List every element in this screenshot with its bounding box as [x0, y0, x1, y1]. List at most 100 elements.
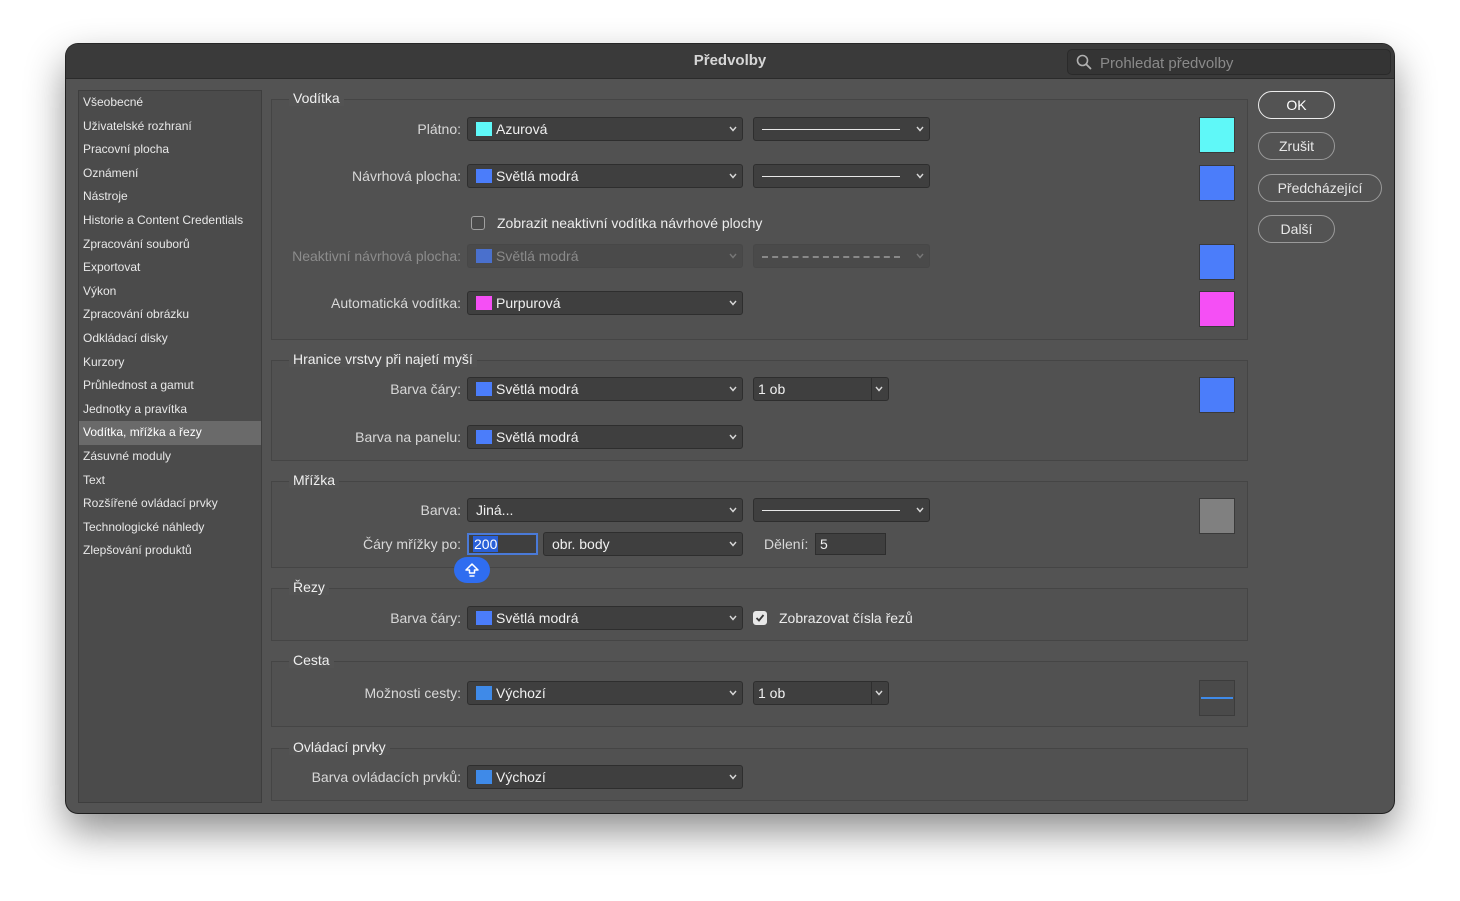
path-width-value: 1 ob — [758, 685, 786, 701]
inactive-line-style-select — [753, 244, 930, 268]
grid-unit-select[interactable]: obr. body — [543, 532, 743, 556]
sidebar-item[interactable]: Text — [79, 469, 261, 493]
chevron-down-icon — [729, 126, 737, 132]
next-button[interactable]: Další — [1258, 215, 1335, 243]
canvas-color-select[interactable]: Azurová — [467, 117, 743, 141]
sidebar-item[interactable]: Zlepšování produktů — [79, 539, 261, 563]
artboard-line-style-select[interactable] — [753, 164, 930, 188]
sidebar-item[interactable]: Pracovní plocha — [79, 138, 261, 162]
sidebar-item[interactable]: Průhlednost a gamut — [79, 374, 261, 398]
subdivisions-label: Dělení: — [764, 536, 809, 552]
chevron-down-icon — [916, 126, 924, 132]
chevron-down-icon — [729, 300, 737, 306]
sidebar-item[interactable]: Zásuvné moduly — [79, 445, 261, 469]
show-inactive-guides-checkbox[interactable] — [471, 216, 485, 230]
canvas-line-style-select[interactable] — [753, 117, 930, 141]
chevron-down-icon — [875, 690, 883, 696]
hover-line-color-preview[interactable] — [1199, 377, 1235, 413]
path-options-label: Možnosti cesty: — [364, 685, 461, 701]
controls-color-label: Barva ovládacích prvků: — [311, 769, 461, 785]
chevron-down-icon — [729, 541, 737, 547]
gridline-every-label: Čáry mřížky po: — [362, 536, 461, 552]
slice-line-color-select[interactable]: Světlá modrá — [467, 606, 743, 630]
sidebar-item[interactable]: Oznámení — [79, 162, 261, 186]
dashed-line-style-sample — [762, 256, 900, 258]
path-width-select[interactable]: 1 ob — [753, 681, 889, 705]
smart-guides-color-select[interactable]: Purpurová — [467, 291, 743, 315]
chevron-down-icon — [729, 774, 737, 780]
inactive-artboard-color-value: Světlá modrá — [496, 248, 579, 264]
hover-line-width-select[interactable]: 1 ob — [753, 377, 889, 401]
title-bar: Předvolby — [66, 44, 1394, 79]
hover-line-width-value: 1 ob — [758, 381, 786, 397]
subdivisions-input[interactable]: 5 — [815, 533, 886, 555]
sidebar-item[interactable]: Rozšířené ovládací prvky — [79, 492, 261, 516]
controls-color-swatch — [476, 770, 492, 784]
sidebar-item[interactable]: Uživatelské rozhraní — [79, 115, 261, 139]
path-options-select[interactable]: Výchozí — [467, 681, 743, 705]
controls-color-select[interactable]: Výchozí — [467, 765, 743, 789]
search-icon — [1076, 54, 1092, 70]
panel-color-select[interactable]: Světlá modrá — [467, 425, 743, 449]
previous-button[interactable]: Předcházející — [1258, 174, 1382, 202]
sidebar-item[interactable]: Jednotky a pravítka — [79, 398, 261, 422]
sidebar-item[interactable]: Zpracování obrázku — [79, 303, 261, 327]
inactive-artboard-color-preview[interactable] — [1199, 244, 1235, 280]
sidebar-item[interactable]: Historie a Content Credentials — [79, 209, 261, 233]
smart-guides-label: Automatická vodítka: — [331, 295, 461, 311]
cancel-button[interactable]: Zrušit — [1258, 132, 1335, 160]
show-slice-numbers-checkbox[interactable] — [753, 611, 767, 625]
line-style-sample — [762, 176, 900, 177]
chevron-down-icon — [729, 434, 737, 440]
hover-line-color-select[interactable]: Světlá modrá — [467, 377, 743, 401]
chevron-down-icon — [916, 507, 924, 513]
path-options-color-swatch — [476, 686, 492, 700]
sidebar-item[interactable]: Všeobecné — [79, 91, 261, 115]
grid-color-preview[interactable] — [1199, 498, 1235, 534]
sidebar-item[interactable]: Odkládací disky — [79, 327, 261, 351]
sidebar-item[interactable]: Technologické náhledy — [79, 516, 261, 540]
artboard-label: Návrhová plocha: — [352, 168, 461, 184]
canvas-label: Plátno: — [417, 121, 461, 137]
path-heading: Cesta — [289, 652, 334, 668]
caps-lock-indicator — [454, 557, 490, 583]
path-options-value: Výchozí — [496, 685, 546, 701]
panel-color-swatch — [476, 430, 492, 444]
search-input[interactable] — [1098, 52, 1382, 74]
sidebar-item[interactable]: Výkon — [79, 280, 261, 304]
sidebar-item[interactable]: Zpracování souborů — [79, 233, 261, 257]
hover-line-color-value: Světlá modrá — [496, 381, 579, 397]
sidebar: Všeobecné Uživatelské rozhraní Pracovní pl… — [78, 90, 262, 803]
hover-line-color-label: Barva čáry: — [390, 381, 461, 397]
canvas-color-preview[interactable] — [1199, 117, 1235, 153]
search-box[interactable] — [1067, 49, 1391, 75]
grid-heading: Mřížka — [289, 472, 339, 488]
grid-unit-value: obr. body — [552, 536, 610, 552]
artboard-color-select[interactable]: Světlá modrá — [467, 164, 743, 188]
grid-line-style-select[interactable] — [753, 498, 930, 522]
grid-color-select[interactable]: Jiná... — [467, 498, 743, 522]
stepper-divider — [871, 378, 872, 400]
show-inactive-guides-label: Zobrazit neaktivní vodítka návrhové ploc… — [497, 215, 763, 231]
subdivisions-value: 5 — [820, 536, 828, 552]
caps-lock-icon — [465, 563, 479, 577]
chevron-down-icon — [875, 386, 883, 392]
chevron-down-icon — [916, 253, 924, 259]
chevron-down-icon — [729, 173, 737, 179]
smart-guides-color-value: Purpurová — [496, 295, 561, 311]
artboard-color-preview[interactable] — [1199, 165, 1235, 201]
inactive-artboard-color-swatch — [476, 249, 492, 263]
slices-heading: Řezy — [289, 579, 329, 595]
gridline-every-input[interactable]: 200 — [467, 533, 538, 555]
sidebar-item[interactable]: Kurzory — [79, 351, 261, 375]
sidebar-item[interactable]: Exportovat — [79, 256, 261, 280]
path-preview[interactable] — [1199, 680, 1235, 716]
slice-line-color-value: Světlá modrá — [496, 610, 579, 626]
checkmark-icon — [755, 614, 765, 622]
controls-color-value: Výchozí — [496, 769, 546, 785]
chevron-down-icon — [729, 615, 737, 621]
smart-guides-color-preview[interactable] — [1199, 291, 1235, 327]
sidebar-item[interactable]: Vodítka, mřížka a řezy — [79, 421, 261, 445]
ok-button[interactable]: OK — [1258, 91, 1335, 119]
sidebar-item[interactable]: Nástroje — [79, 185, 261, 209]
